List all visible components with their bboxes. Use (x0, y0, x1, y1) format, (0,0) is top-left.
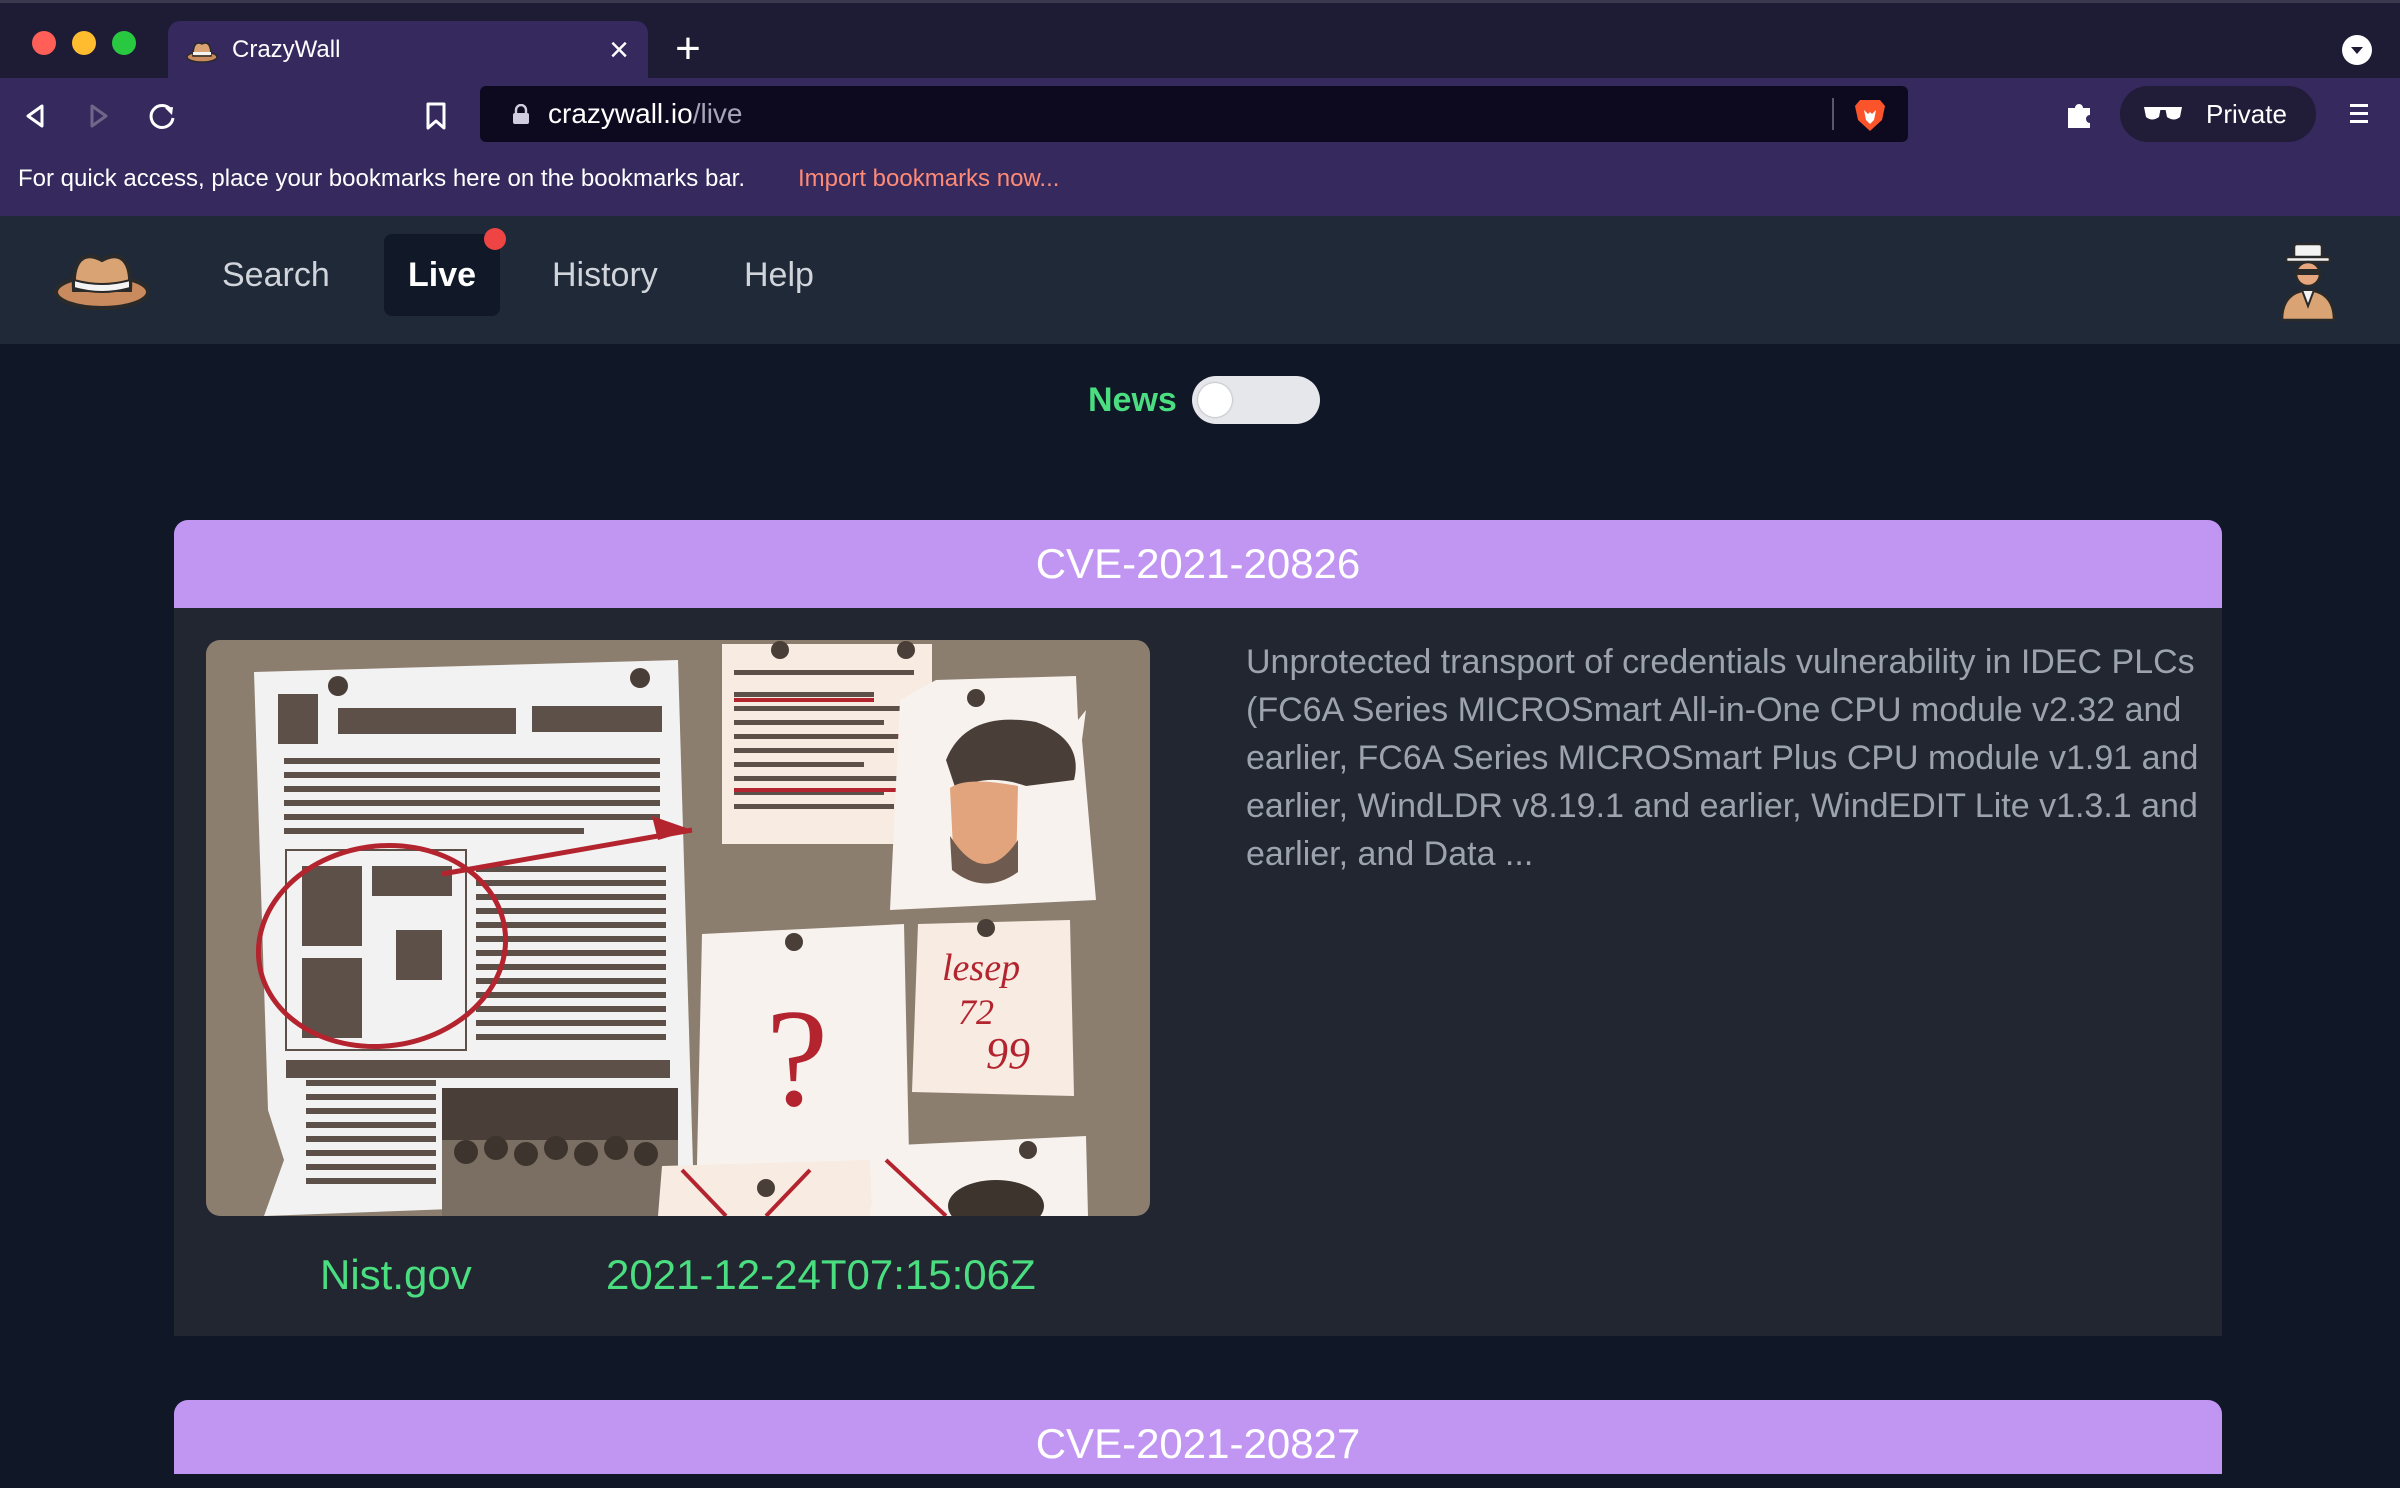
url-text[interactable]: crazywall.io/live (548, 98, 743, 130)
bookmarks-bar-message: For quick access, place your bookmarks h… (18, 165, 746, 192)
import-bookmarks-link[interactable]: Import bookmarks now... (798, 164, 1059, 194)
cve-source-link[interactable]: Nist.gov (320, 1250, 472, 1300)
browser-toolbar: crazywall.io/live Private (0, 78, 2400, 150)
close-window-button[interactable] (32, 31, 56, 55)
tab-title: CrazyWall (232, 36, 341, 63)
investigation-board-illustration: ? ? lesep 72 99 (206, 640, 1150, 1216)
brave-shields-icon[interactable] (1852, 96, 1888, 134)
private-label: Private (2206, 99, 2287, 129)
nav-live-label: Live (408, 256, 477, 294)
cve-card-title[interactable]: CVE-2021-20827 (174, 1400, 2222, 1474)
nav-live[interactable]: Live (384, 228, 507, 316)
bookmarks-bar: For quick access, place your bookmarks h… (0, 150, 2400, 216)
browser-tab-strip: CrazyWall × + (0, 0, 2400, 81)
url-path: /live (692, 98, 743, 129)
investigation-board-image[interactable]: ? ? lesep 72 99 (206, 640, 1150, 1216)
back-arrow-icon[interactable] (16, 96, 56, 136)
minimize-window-button[interactable] (72, 31, 96, 55)
live-notification-badge (484, 228, 507, 250)
tab-list-chevron-icon[interactable] (2342, 35, 2372, 65)
news-toggle-label: News (1088, 381, 1177, 419)
cve-card-body: ? ? lesep 72 99 (174, 608, 2222, 1336)
nav-help[interactable]: Help (720, 234, 838, 316)
app-navbar: Search Live History Help (0, 216, 2400, 344)
new-tab-button[interactable]: + (668, 27, 708, 71)
address-bar[interactable]: crazywall.io/live (480, 86, 1908, 142)
close-tab-icon[interactable]: × (604, 33, 634, 67)
news-toggle-knob (1198, 383, 1232, 417)
news-toggle-switch[interactable] (1192, 376, 1320, 424)
nav-history[interactable]: History (528, 234, 682, 316)
private-window-indicator[interactable]: Private (2120, 86, 2316, 142)
note-handwriting: lesep (942, 947, 1020, 989)
url-host: crazywall.io (548, 98, 693, 129)
url-divider (1832, 98, 1834, 130)
hat-icon (186, 42, 218, 63)
forward-arrow-icon[interactable] (78, 96, 118, 136)
reload-icon[interactable] (142, 96, 182, 136)
cve-published-date: 2021-12-24T07:15:06Z (606, 1251, 1036, 1298)
private-glasses-icon (2144, 107, 2182, 120)
note-number-1: 72 (958, 992, 994, 1032)
nav-search[interactable]: Search (198, 234, 354, 316)
browser-tab[interactable]: CrazyWall × (168, 21, 648, 81)
user-spy-avatar-icon[interactable] (2276, 240, 2340, 322)
cve-description: Unprotected transport of credentials vul… (1246, 643, 2199, 873)
note-number-2: 99 (986, 1029, 1030, 1078)
extensions-puzzle-icon[interactable] (2062, 96, 2098, 132)
crazywall-hat-logo-icon[interactable] (52, 242, 152, 314)
cve-card-title[interactable]: CVE-2021-20826 (174, 520, 2222, 608)
bookmark-icon[interactable] (416, 96, 456, 136)
svg-text:?: ? (766, 981, 828, 1136)
hamburger-menu-icon[interactable] (2344, 100, 2374, 128)
maximize-window-button[interactable] (112, 31, 136, 55)
lock-icon[interactable] (510, 104, 532, 124)
